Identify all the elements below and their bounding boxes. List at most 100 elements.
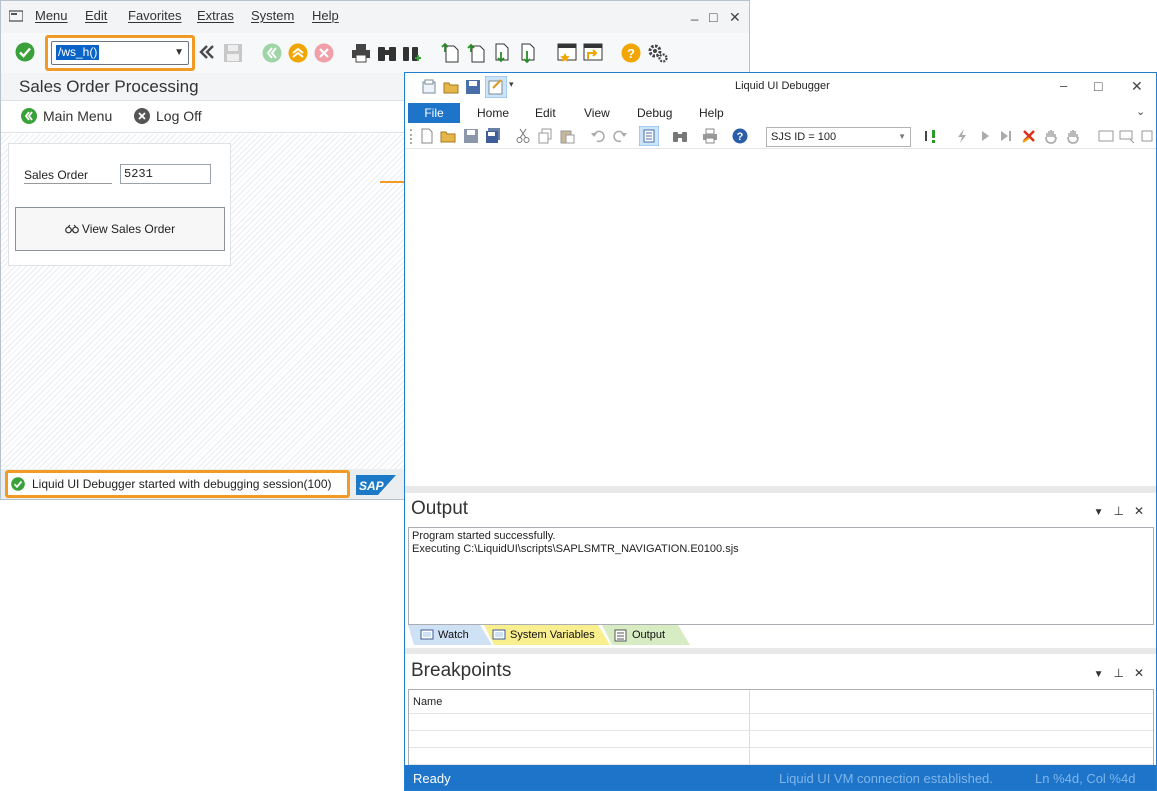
panel-splitter[interactable] (405, 648, 1156, 654)
find-next-icon[interactable] (402, 43, 422, 63)
column-separator[interactable] (749, 690, 750, 766)
save-icon[interactable] (223, 43, 243, 63)
tab-help[interactable]: Help (699, 106, 724, 120)
properties-icon[interactable] (485, 76, 507, 98)
redo-icon[interactable] (612, 128, 628, 144)
close-icon[interactable]: ✕ (1134, 666, 1144, 680)
main-menu-label: Main Menu (43, 108, 113, 124)
tab-edit[interactable]: Edit (535, 106, 556, 120)
paste-icon[interactable] (559, 128, 575, 144)
ribbon-tabs: File Home Edit View Debug Help ⌄ (405, 101, 1156, 125)
tab-watch-label: Watch (438, 629, 469, 641)
new-file-icon[interactable] (419, 128, 435, 144)
chevron-down-icon[interactable]: ▼ (174, 47, 184, 58)
comment-icon[interactable] (1119, 128, 1135, 144)
panel-menu-chevron-icon[interactable]: ▼ (1094, 669, 1104, 680)
save-all-icon[interactable] (485, 128, 501, 144)
toolbar-grip (410, 129, 412, 144)
attach-session-icon[interactable] (923, 128, 939, 144)
cut-icon[interactable] (515, 128, 531, 144)
menu-item-edit[interactable]: Edit (85, 8, 107, 23)
pin-icon[interactable]: ⊥ (1113, 504, 1123, 518)
debugger-close-button[interactable]: ✕ (1131, 79, 1143, 93)
help-icon[interactable]: ? (621, 43, 641, 63)
breakpoint-hand-icon[interactable] (1043, 128, 1059, 144)
table-row[interactable] (409, 748, 1153, 765)
find-binoculars-icon[interactable] (672, 128, 688, 144)
close-button[interactable]: ✕ (729, 10, 741, 24)
shortcut-icon[interactable] (583, 42, 603, 64)
main-menu-button[interactable]: Main Menu (21, 108, 112, 124)
exit-icon[interactable] (288, 43, 308, 63)
code-editor[interactable] (405, 150, 1156, 486)
open-folder-icon[interactable] (443, 79, 459, 95)
column-header-name[interactable]: Name (413, 696, 442, 708)
tab-view[interactable]: View (584, 106, 610, 120)
run-lightning-icon[interactable] (954, 128, 970, 144)
print-icon[interactable] (702, 128, 718, 144)
save-file-icon[interactable] (463, 128, 479, 144)
cancel-icon[interactable] (314, 43, 334, 63)
output-console[interactable]: Program started successfully. Executing … (408, 527, 1154, 625)
print-icon[interactable] (351, 43, 371, 63)
close-icon[interactable]: ✕ (1134, 504, 1144, 518)
step-over-icon[interactable] (998, 128, 1014, 144)
sap-menu-icon[interactable] (9, 10, 23, 22)
table-row[interactable] (409, 714, 1153, 731)
settings-gear-icon[interactable] (647, 42, 669, 64)
tab-debug[interactable]: Debug (637, 106, 672, 120)
undo-icon[interactable] (590, 128, 606, 144)
debugger-minimize-button[interactable]: – (1060, 79, 1067, 93)
log-off-button[interactable]: Log Off (134, 108, 202, 124)
panel-splitter[interactable] (405, 486, 1156, 493)
tab-output[interactable]: Output (608, 625, 665, 645)
menu-item-extras[interactable]: Extras (197, 8, 234, 23)
open-file-icon[interactable] (440, 128, 456, 144)
first-page-icon[interactable] (441, 42, 461, 64)
breakpoints-table: Name (408, 689, 1154, 766)
back-icon[interactable] (262, 43, 282, 63)
menu-item-help[interactable]: Help (312, 8, 339, 23)
status-connection: Liquid UI VM connection established. (779, 771, 993, 786)
sap-logo: SAP (356, 475, 396, 495)
enter-check-icon[interactable] (15, 42, 35, 62)
back-double-chevron-icon[interactable] (198, 44, 216, 60)
help-icon[interactable]: ? (732, 128, 748, 144)
sjs-id-select[interactable]: SJS ID = 100 ▼ (766, 127, 911, 147)
stop-debug-icon[interactable] (1021, 128, 1037, 144)
breakpoints-panel-title: Breakpoints (411, 660, 512, 681)
menu-item-favorites[interactable]: Favorites (128, 8, 181, 23)
continue-play-icon[interactable] (977, 128, 993, 144)
tab-system-variables[interactable]: System Variables (486, 625, 595, 645)
minimize-button[interactable]: _ (691, 7, 698, 21)
last-page-icon[interactable] (519, 42, 539, 64)
copy-icon[interactable] (537, 128, 553, 144)
maximize-button[interactable]: □ (709, 10, 717, 24)
clear-breakpoints-hand-icon[interactable] (1065, 128, 1081, 144)
customize-toolbar-icon[interactable]: ▾ (509, 79, 514, 90)
ribbon-collapse-chevron-icon[interactable]: ⌄ (1136, 105, 1145, 118)
tab-watch[interactable]: Watch (414, 625, 469, 645)
view-sales-order-button[interactable]: View Sales Order (15, 207, 225, 251)
tab-file[interactable]: File (408, 103, 460, 123)
command-field[interactable]: /ws_h() ▼ (51, 41, 189, 65)
save-icon[interactable] (465, 79, 481, 95)
toggle-view-icon[interactable] (639, 126, 659, 146)
previous-page-icon[interactable] (467, 42, 487, 64)
new-project-icon[interactable] (421, 79, 437, 95)
window-icon[interactable] (1098, 128, 1114, 144)
table-row[interactable] (409, 731, 1153, 748)
overflow-icon[interactable] (1141, 128, 1157, 144)
debugger-maximize-button[interactable]: □ (1094, 79, 1102, 93)
panel-menu-chevron-icon[interactable]: ▼ (1094, 507, 1104, 518)
create-session-icon[interactable] (557, 42, 577, 64)
menu-item-system[interactable]: System (251, 8, 294, 23)
tab-home[interactable]: Home (477, 106, 509, 120)
menu-item-menu[interactable]: Menu (35, 8, 68, 23)
find-icon[interactable] (377, 43, 397, 63)
sales-order-input[interactable]: 5231 (120, 164, 211, 184)
system-variables-icon (492, 629, 506, 640)
pin-icon[interactable]: ⊥ (1113, 666, 1123, 680)
output-panel-title: Output (411, 498, 469, 519)
next-page-icon[interactable] (493, 42, 513, 64)
